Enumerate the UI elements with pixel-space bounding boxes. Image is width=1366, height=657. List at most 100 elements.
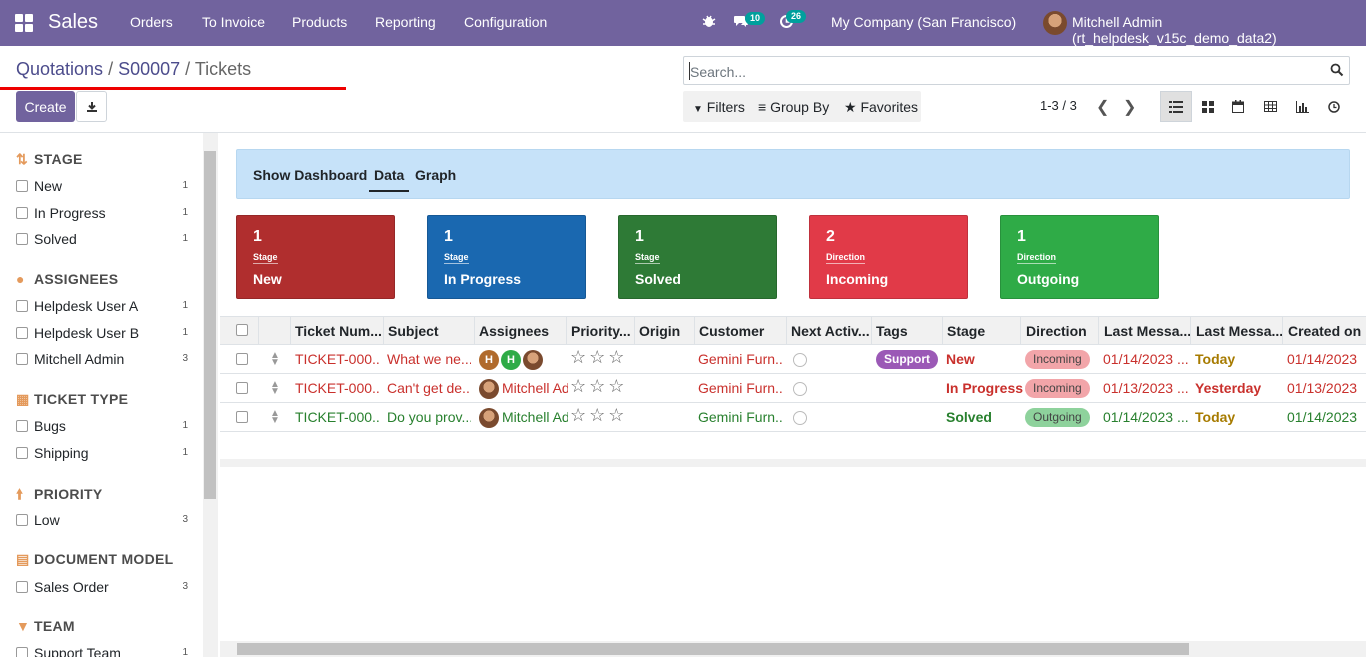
sidebar-scrollbar-thumb[interactable] [204, 151, 216, 499]
group-by-button[interactable]: ≡ Group By [758, 99, 829, 115]
col-assignees[interactable]: Assignees [479, 323, 565, 339]
menu-products[interactable]: Products [292, 14, 347, 30]
checkbox[interactable] [16, 581, 28, 593]
filter-team-support[interactable]: Support Team 1 [16, 645, 188, 657]
filter-assignee-b[interactable]: Helpdesk User B1 [16, 325, 188, 341]
favorites-button[interactable]: ★ Favorites [844, 99, 918, 116]
avatar-mitchell[interactable] [523, 350, 543, 370]
col-stage[interactable]: Stage [947, 323, 1021, 339]
checkbox[interactable] [16, 300, 28, 312]
search-input[interactable]: Search... [683, 56, 1350, 85]
checkbox[interactable] [16, 353, 28, 365]
col-next-activity[interactable]: Next Activ... [791, 323, 871, 339]
row-checkbox[interactable] [236, 382, 248, 394]
row-checkbox[interactable] [236, 353, 248, 365]
tab-data[interactable]: Data [369, 167, 410, 192]
filters-button[interactable]: ▼ Filters [693, 99, 745, 115]
checkbox[interactable] [16, 647, 28, 657]
activity-clock-icon[interactable] [793, 382, 807, 396]
checkbox[interactable] [16, 180, 28, 192]
graph-view-button[interactable] [1286, 91, 1318, 122]
col-priority[interactable]: Priority... [571, 323, 633, 339]
checkbox[interactable] [16, 327, 28, 339]
download-button[interactable] [76, 91, 107, 122]
search-icon[interactable] [1330, 63, 1344, 77]
activity-clock-icon[interactable] [793, 353, 807, 367]
activity-clock-icon[interactable] [793, 411, 807, 425]
pager-value[interactable]: 1-3 / 3 [1040, 98, 1077, 113]
card-direction-incoming[interactable]: 2 Direction Incoming [809, 215, 968, 299]
pager-previous-icon[interactable]: ❮ [1096, 97, 1109, 117]
col-ticket-number[interactable]: Ticket Num... [295, 323, 383, 339]
activity-view-button[interactable] [1318, 91, 1350, 122]
filter-stage-new[interactable]: New 1 [16, 178, 188, 194]
filter-assignee-mitchell[interactable]: Mitchell Admin 3 [16, 351, 188, 367]
filter-assignee-a[interactable]: Helpdesk User A1 [16, 298, 188, 314]
direction-badge: Outgoing [1025, 408, 1090, 427]
tab-show-dashboard[interactable]: Show Dashboard [253, 167, 367, 183]
select-all-checkbox[interactable] [236, 324, 248, 336]
card-direction-outgoing[interactable]: 1 Direction Outgoing [1000, 215, 1159, 299]
calendar-view-button[interactable] [1222, 91, 1254, 122]
filter-stage-in-progress[interactable]: In Progress 1 [16, 205, 188, 221]
priority-stars-icon[interactable]: ☆☆☆ [570, 347, 627, 368]
horizontal-scrollbar-thumb[interactable] [237, 643, 1189, 655]
cell-ticket: TICKET-000... [295, 409, 381, 425]
app-brand[interactable]: Sales [48, 11, 98, 34]
drag-handle-icon[interactable]: ▲ ▼ [270, 409, 280, 426]
priority-stars-icon[interactable]: ☆☆☆ [570, 376, 627, 397]
breadcrumb: Quotations / S00007 / Tickets [16, 59, 251, 80]
breadcrumb-order[interactable]: S00007 [118, 59, 180, 79]
company-switcher[interactable]: My Company (San Francisco) [831, 14, 1016, 30]
avatar-helpdesk-a[interactable]: H [479, 350, 499, 370]
menu-orders[interactable]: Orders [130, 14, 173, 30]
menu-reporting[interactable]: Reporting [375, 14, 436, 30]
menu-to-invoice[interactable]: To Invoice [202, 14, 265, 30]
checkbox[interactable] [16, 514, 28, 526]
filter-doc-sales-order[interactable]: Sales Order 3 [16, 579, 188, 595]
col-last-message-2[interactable]: Last Messa... [1196, 323, 1282, 339]
drag-handle-icon[interactable]: ▲ ▼ [270, 351, 280, 368]
checkbox[interactable] [16, 420, 28, 432]
user-avatar[interactable] [1043, 11, 1067, 35]
avatar-helpdesk-b[interactable]: H [501, 350, 521, 370]
filter-stage-solved[interactable]: Solved 1 [16, 231, 188, 247]
checkbox[interactable] [16, 233, 28, 245]
menu-configuration[interactable]: Configuration [464, 14, 547, 30]
bug-icon[interactable] [702, 14, 716, 31]
filter-type-bugs[interactable]: Bugs 1 [16, 418, 188, 434]
avatar-mitchell[interactable] [479, 379, 499, 399]
card-stage-in-progress[interactable]: 1 Stage In Progress [427, 215, 586, 299]
card-stage-new[interactable]: 1 Stage New [236, 215, 395, 299]
breadcrumb-quotations[interactable]: Quotations [16, 59, 103, 79]
col-tags[interactable]: Tags [876, 323, 942, 339]
table-row[interactable]: ▲ ▼ TICKET-000... Can't get de... Mitchel… [220, 374, 1366, 403]
section-priority: 🠙 PRIORITY [16, 484, 103, 508]
create-button[interactable]: Create [16, 91, 75, 122]
col-customer[interactable]: Customer [699, 323, 785, 339]
col-created-on[interactable]: Created on [1288, 323, 1366, 339]
checkbox[interactable] [16, 447, 28, 459]
avatar-mitchell[interactable] [479, 408, 499, 428]
col-direction[interactable]: Direction [1026, 323, 1100, 339]
pivot-view-button[interactable] [1254, 91, 1286, 122]
row-checkbox[interactable] [236, 411, 248, 423]
priority-stars-icon[interactable]: ☆☆☆ [570, 405, 627, 426]
filter-priority-low[interactable]: Low 3 [16, 512, 188, 528]
checkbox[interactable] [16, 207, 28, 219]
breadcrumb-sep: / [180, 59, 195, 79]
table-row[interactable]: ▲ ▼ TICKET-000... What we ne... H H ☆☆☆ G… [220, 345, 1366, 374]
col-subject[interactable]: Subject [388, 323, 472, 339]
drag-handle-icon[interactable]: ▲ ▼ [270, 380, 280, 397]
pager-next-icon[interactable]: ❯ [1123, 97, 1136, 117]
apps-menu-icon[interactable] [15, 14, 33, 32]
card-stage-solved[interactable]: 1 Stage Solved [618, 215, 777, 299]
col-last-message-1[interactable]: Last Messa... [1104, 323, 1190, 339]
user-menu[interactable]: Mitchell Admin (rt_helpdesk_v15c_demo_da… [1072, 14, 1366, 46]
tab-graph[interactable]: Graph [415, 167, 456, 183]
col-origin[interactable]: Origin [639, 323, 693, 339]
list-view-button[interactable] [1160, 91, 1192, 122]
filter-type-shipping[interactable]: Shipping 1 [16, 445, 188, 461]
kanban-view-button[interactable] [1192, 91, 1224, 122]
table-row[interactable]: ▲ ▼ TICKET-000... Do you prov... Mitchell… [220, 403, 1366, 432]
